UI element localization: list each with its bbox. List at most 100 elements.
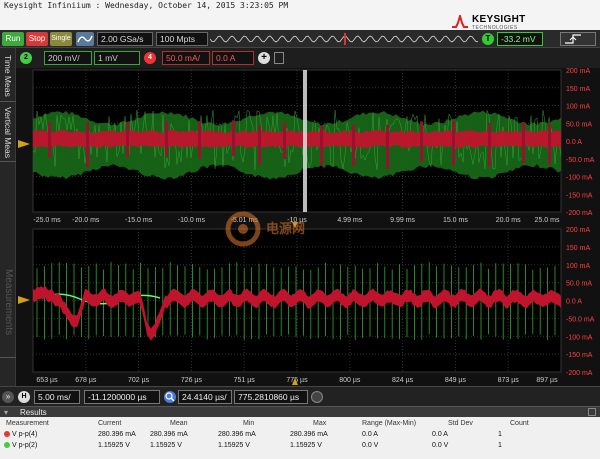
magnifier-icon	[165, 392, 175, 402]
results-window-icon[interactable]	[588, 408, 596, 416]
col-count: Count	[510, 420, 529, 427]
y-tick-label: -150 mA	[566, 352, 593, 359]
col-range: Range (Max-Min)	[362, 420, 417, 427]
cell-range: 0.0 A	[362, 431, 378, 438]
y-tick-label: 50.0 mA	[566, 281, 592, 288]
x-tick-label: -10.0 ms	[178, 217, 206, 224]
watermark-text: 电源网	[266, 221, 305, 236]
col-current: Current	[98, 420, 122, 427]
current-spike	[48, 122, 51, 158]
x-tick-label: 15.0 ms	[443, 217, 468, 224]
zoom-scale-field[interactable]: 24.4140 µs/	[178, 390, 232, 404]
waveform-display[interactable]: -25.0 ms -20.0 ms -15.0 ms -10.0 ms -5.01 ms…	[0, 0, 600, 386]
timebase-position-field[interactable]: -11.1200000 µs	[84, 390, 160, 404]
zoom-window-marker[interactable]	[303, 70, 307, 212]
cell-range: 0.0 V	[362, 442, 379, 449]
current-spike	[452, 121, 455, 166]
cell-min: 1.15925 V	[218, 442, 250, 449]
y-tick-label: 200 mA	[566, 227, 590, 234]
current-spike	[86, 123, 89, 167]
x-tick-label: 897 µs	[536, 377, 558, 384]
x-tick-label: -20.0 ms	[72, 217, 100, 224]
current-spike	[488, 122, 491, 167]
cell-stddev: 0.0 A	[432, 431, 448, 438]
results-header-row: Measurement Current Mean Min Max Range (…	[0, 419, 600, 429]
zoom-menu-icon[interactable]	[311, 391, 323, 403]
collapse-toggle[interactable]: »	[2, 391, 14, 403]
y-tick-label: 150 mA	[566, 245, 590, 252]
y-tick-label: 0.0 A	[566, 299, 582, 306]
y-tick-label: 100 mA	[566, 263, 590, 270]
row-measurement-name: V p-p(4)	[4, 430, 37, 440]
current-spike	[522, 121, 525, 163]
x-tick-label: -25.0 ms	[33, 217, 61, 224]
x-tick-label: 4.99 ms	[337, 217, 362, 224]
cell-mean: 1.15925 V	[150, 442, 182, 449]
x-tick-label: 702 µs	[128, 377, 150, 384]
x-tick-label: -15.0 ms	[125, 217, 153, 224]
zoom-badge[interactable]	[164, 391, 176, 403]
results-header: ▾ Results	[0, 406, 600, 417]
results-collapse-icon[interactable]: ▾	[4, 408, 8, 417]
y-tick-label: 100 mA	[566, 104, 590, 111]
y-tick-label: 50.0 mA	[566, 121, 592, 128]
cell-count: 1	[498, 442, 502, 449]
channel-2-dot	[4, 442, 10, 448]
x-tick-label: 800 µs	[339, 377, 361, 384]
table-row[interactable]: V p-p(4) 280.396 mA 280.396 mA 280.396 m…	[0, 430, 600, 440]
y-tick-label: -200 mA	[566, 370, 593, 377]
current-spike	[126, 121, 129, 157]
channel-4-dot	[4, 431, 10, 437]
current-spike	[283, 123, 286, 160]
y-tick-label: -50.0 mA	[566, 157, 595, 164]
current-spike	[198, 121, 201, 159]
lower-plot: 653 µs 678 µs 702 µs 726 µs 751 µs 775 µs 800 …	[18, 222, 595, 385]
y-tick-label: 150 mA	[566, 86, 590, 93]
x-tick-label: 9.99 ms	[390, 217, 415, 224]
cell-stddev: 0.0 V	[432, 442, 449, 449]
current-spike	[232, 120, 235, 157]
y-tick-label: -200 mA	[566, 210, 593, 217]
zoom-position-field[interactable]: 775.2810860 µs	[234, 390, 308, 404]
x-tick-label: 873 µs	[498, 377, 520, 384]
current-spike	[258, 125, 261, 165]
y-tick-label: -100 mA	[566, 334, 593, 341]
timebase-bar: » H 5.00 ms/ -11.1200000 µs 24.4140 µs/ …	[0, 386, 600, 406]
col-measurement: Measurement	[6, 420, 49, 427]
current-spike	[320, 125, 323, 166]
channel-4-envelope	[33, 130, 561, 148]
timebase-scale-field[interactable]: 5.00 ms/	[34, 390, 80, 404]
row-measurement-name: V p-p(2)	[4, 441, 37, 451]
results-table: Measurement Current Mean Min Max Range (…	[0, 417, 600, 459]
x-tick-label: 678 µs	[75, 377, 97, 384]
table-row[interactable]: V p-p(2) 1.15925 V 1.15925 V 1.15925 V 1…	[0, 441, 600, 451]
current-spike	[420, 121, 423, 162]
cell-count: 1	[498, 431, 502, 438]
col-mean: Mean	[170, 420, 188, 427]
y-tick-label: -50.0 mA	[566, 316, 595, 323]
current-spike	[386, 124, 389, 169]
current-spike	[352, 124, 355, 166]
x-tick-label: 20.0 ms	[496, 217, 521, 224]
cell-mean: 280.396 mA	[150, 431, 188, 438]
cell-current: 280.396 mA	[98, 431, 136, 438]
cell-max: 280.396 mA	[290, 431, 328, 438]
current-spike	[548, 123, 551, 165]
upper-plot: -25.0 ms -20.0 ms -15.0 ms -10.0 ms -5.01 ms…	[18, 68, 595, 224]
x-tick-label: 775 µs	[286, 377, 308, 384]
y-tick-label: 200 mA	[566, 68, 590, 75]
x-tick-label: 726 µs	[181, 377, 203, 384]
x-tick-label: 751 µs	[234, 377, 256, 384]
y-tick-label: -150 mA	[566, 192, 593, 199]
cell-max: 1.15925 V	[290, 442, 322, 449]
y-tick-label: -100 mA	[566, 175, 593, 182]
cell-current: 1.15925 V	[98, 442, 130, 449]
x-tick-label: 824 µs	[392, 377, 414, 384]
y-tick-label: 0.0 A	[566, 139, 582, 146]
col-min: Min	[243, 420, 255, 427]
horizontal-badge[interactable]: H	[18, 391, 30, 403]
cell-min: 280.396 mA	[218, 431, 256, 438]
current-spike	[165, 120, 168, 157]
x-tick-label: 653 µs	[36, 377, 58, 384]
x-tick-label: 25.0 ms	[535, 217, 560, 224]
